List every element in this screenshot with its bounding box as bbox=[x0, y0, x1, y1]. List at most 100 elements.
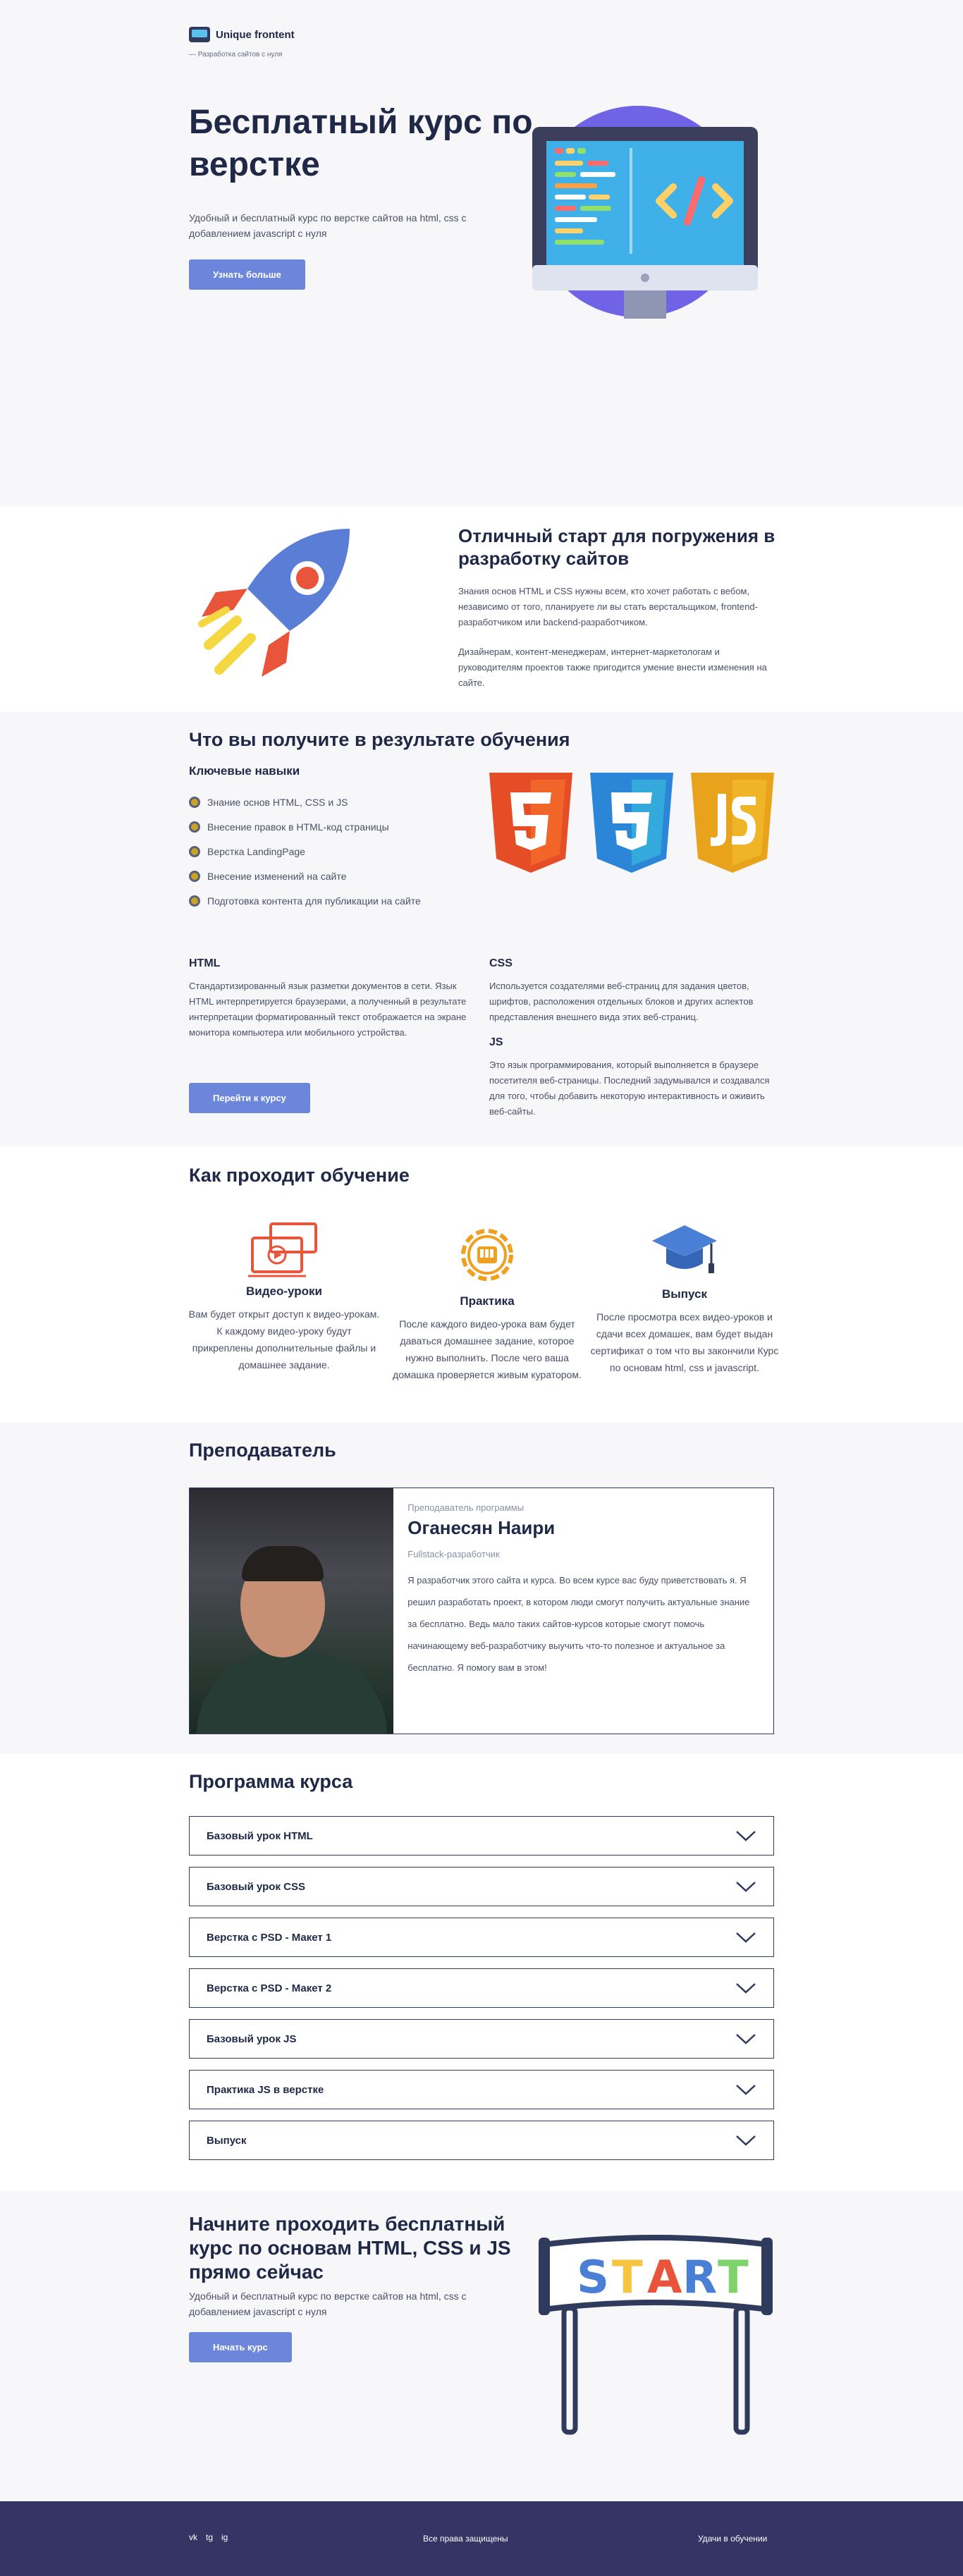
teacher-bio: Я разработчик этого сайта и курса. Во вс… bbox=[407, 1575, 750, 1673]
accordion-item[interactable]: Базовый урок JS bbox=[189, 2019, 774, 2059]
brand-tagline: — Разработка сайтов с нуля bbox=[189, 51, 283, 59]
chevron-down-icon bbox=[736, 1831, 756, 1841]
js-block: JS Это язык программирования, который вы… bbox=[489, 1036, 778, 1120]
step-graduation: Выпуск После просмотра всех видео-уроков… bbox=[586, 1220, 783, 1376]
results-title: Что вы получите в результате обучения bbox=[189, 729, 570, 750]
code-monitor-illustration bbox=[532, 106, 758, 319]
logo[interactable]: Unique frontent bbox=[189, 27, 295, 42]
step-video-lessons: Видео-уроки Вам будет открыт доступ к ви… bbox=[185, 1220, 383, 1373]
skill-label: Знание основ HTML, CSS и JS bbox=[207, 796, 348, 808]
chevron-down-icon bbox=[736, 1983, 756, 1994]
html-block: HTML Стандартизированный язык разметки д… bbox=[189, 957, 478, 1041]
bullet-icon bbox=[189, 845, 200, 857]
bullet-icon bbox=[189, 796, 200, 808]
skills-title: Ключевые навыки bbox=[189, 764, 300, 778]
teacher-spec: Fullstack-разработчик bbox=[407, 1549, 500, 1559]
program-title: Программа курса bbox=[189, 1771, 353, 1792]
js-icon bbox=[691, 773, 774, 873]
accordion-label: Практика JS в верстке bbox=[207, 2083, 324, 2096]
rocket-icon bbox=[198, 529, 350, 677]
html-text: Стандартизированный язык разметки докуме… bbox=[189, 981, 467, 1038]
teacher-name: Оганесян Наири bbox=[407, 1517, 556, 1538]
logo-icon bbox=[189, 27, 210, 42]
brand-name: Unique frontent bbox=[216, 28, 295, 41]
results-section: Что вы получите в результате обучения Кл… bbox=[0, 712, 963, 1146]
footer-rights: Все права защищены bbox=[423, 2534, 508, 2544]
accordion-item[interactable]: Практика JS в верстке bbox=[189, 2070, 774, 2109]
js-text: Это язык программирования, который выпол… bbox=[489, 1060, 770, 1117]
learn-more-button[interactable]: Узнать больше bbox=[189, 259, 305, 290]
step-title: Выпуск bbox=[661, 1287, 708, 1301]
teacher-info: Преподаватель программы Оганесян Наири F… bbox=[393, 1488, 773, 1734]
css-text: Используется создателями веб-страниц для… bbox=[489, 981, 754, 1022]
accordion-item[interactable]: Верстка с PSD - Макет 2 bbox=[189, 1968, 774, 2008]
teacher-photo bbox=[190, 1488, 394, 1734]
tech-logos bbox=[489, 773, 774, 873]
cta-text: Удобный и бесплатный курс по верстке сай… bbox=[189, 2290, 467, 2317]
about-text-2: Дизайнерам, контент-менеджерам, интернет… bbox=[458, 646, 767, 688]
skill-label: Верстка LandingPage bbox=[207, 845, 305, 857]
html5-icon bbox=[489, 773, 572, 873]
css-title: CSS bbox=[489, 957, 513, 969]
accordion-item[interactable]: Верстка с PSD - Макет 1 bbox=[189, 1918, 774, 1957]
skills-list: Знание основ HTML, CSS и JS Внесение пра… bbox=[189, 790, 421, 913]
step-title: Видео-уроки bbox=[246, 1284, 322, 1298]
telegram-icon[interactable]: tg bbox=[206, 2532, 213, 2542]
about-section: Отличный старт для погружения в разработ… bbox=[0, 506, 963, 712]
about-text-1: Знания основ HTML и CSS нужны всем, кто … bbox=[458, 586, 758, 627]
hero-lead: Удобный и бесплатный курс по верстке сай… bbox=[189, 212, 467, 239]
graduation-cap-icon bbox=[652, 1225, 717, 1273]
chevron-down-icon bbox=[736, 1882, 756, 1892]
accordion-item[interactable]: Базовый урок HTML bbox=[189, 1816, 774, 1856]
start-course-button[interactable]: Начать курс bbox=[189, 2332, 292, 2362]
list-item: Верстка LandingPage bbox=[189, 839, 421, 864]
chevron-down-icon bbox=[736, 2034, 756, 2044]
accordion-label: Верстка с PSD - Макет 2 bbox=[207, 1982, 332, 1994]
process-section: Как проходит обучение Видео-уроки Вам бу… bbox=[0, 1146, 963, 1423]
list-item: Внесение правок в HTML-код страницы bbox=[189, 814, 421, 839]
step-practice: Практика После каждого видео-урока вам б… bbox=[388, 1220, 586, 1383]
step-text: После каждого видео-урока вам будет дава… bbox=[393, 1318, 582, 1380]
footer: vk tg ig Все права защищены Удачи в обуч… bbox=[0, 2501, 963, 2576]
cta-title: Начните проходить бесплатный курс по осн… bbox=[189, 2213, 511, 2283]
skill-label: Подготовка контента для публикации на са… bbox=[207, 895, 421, 907]
about-title: Отличный старт для погружения в разработ… bbox=[458, 525, 775, 569]
start-letter: R bbox=[682, 2252, 717, 2304]
accordion-label: Базовый урок JS bbox=[207, 2032, 297, 2045]
hero-title: Бесплатный курс по верстке bbox=[189, 104, 533, 183]
practice-gear-icon bbox=[461, 1229, 513, 1281]
program-section: Программа курса Базовый урок HTML Базовы… bbox=[0, 1754, 963, 2191]
list-item: Подготовка контента для публикации на са… bbox=[189, 888, 421, 913]
program-accordion: Базовый урок HTML Базовый урок CSS Верст… bbox=[189, 1816, 774, 2171]
instagram-icon[interactable]: ig bbox=[221, 2532, 228, 2542]
start-banner-illustration: S T A R T bbox=[539, 2235, 773, 2435]
bullet-icon bbox=[189, 870, 200, 882]
vk-icon[interactable]: vk bbox=[189, 2532, 197, 2542]
list-item: Знание основ HTML, CSS и JS bbox=[189, 790, 421, 814]
process-title: Как проходит обучение bbox=[189, 1165, 410, 1186]
start-letter: A bbox=[647, 2252, 682, 2304]
chevron-down-icon bbox=[736, 1932, 756, 1943]
css3-icon bbox=[590, 773, 673, 873]
list-item: Внесение изменений на сайте bbox=[189, 864, 421, 888]
chevron-down-icon bbox=[736, 2135, 756, 2146]
start-letter: T bbox=[612, 2252, 643, 2304]
chevron-down-icon bbox=[736, 2085, 756, 2095]
teacher-role: Преподаватель программы bbox=[407, 1502, 525, 1513]
footer-luck: Удачи в обучении bbox=[698, 2534, 768, 2544]
go-to-course-button[interactable]: Перейти к курсу bbox=[189, 1083, 310, 1113]
accordion-label: Базовый урок HTML bbox=[207, 1829, 313, 1842]
bullet-icon bbox=[189, 895, 200, 907]
accordion-item[interactable]: Выпуск bbox=[189, 2121, 774, 2160]
cta-section: Начните проходить бесплатный курс по осн… bbox=[0, 2191, 963, 2501]
skill-label: Внесение изменений на сайте bbox=[207, 870, 347, 882]
accordion-label: Верстка с PSD - Макет 1 bbox=[207, 1931, 332, 1944]
step-text: После просмотра всех видео-уроков и сдач… bbox=[590, 1311, 779, 1373]
teacher-title: Преподаватель bbox=[189, 1440, 336, 1461]
start-letter: T bbox=[718, 2252, 749, 2304]
html-title: HTML bbox=[189, 957, 221, 969]
start-letter: S bbox=[577, 2252, 609, 2304]
accordion-label: Базовый урок CSS bbox=[207, 1880, 305, 1893]
accordion-item[interactable]: Базовый урок CSS bbox=[189, 1867, 774, 1906]
css-block: CSS Используется создателями веб-страниц… bbox=[489, 957, 778, 1025]
